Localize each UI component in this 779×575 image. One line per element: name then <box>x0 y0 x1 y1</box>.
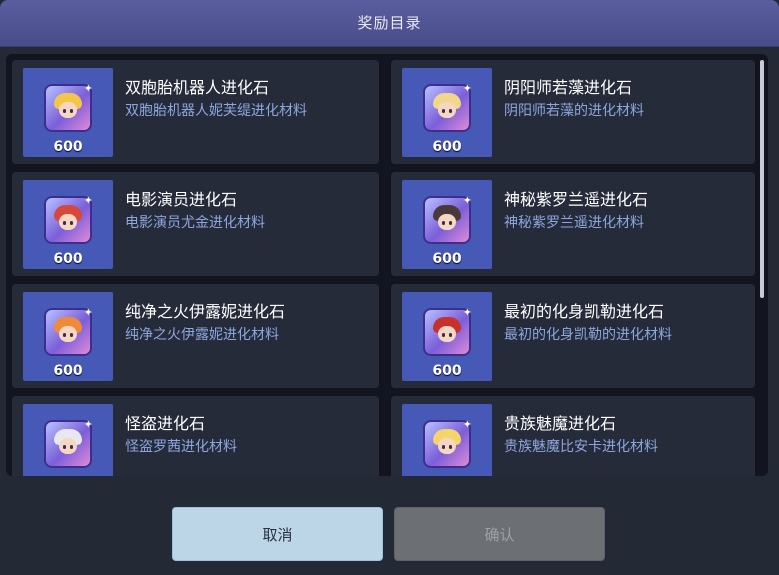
dialog-titlebar: 奖励目录 <box>0 0 779 47</box>
item-description: 阴阳师若藻的进化材料 <box>504 103 644 119</box>
item-description: 怪盗罗茜进化材料 <box>125 439 237 455</box>
evolution-stone-icon: ✦ <box>46 82 93 130</box>
evolution-stone-icon: ✦ <box>46 418 93 466</box>
evolution-stone-icon: ✦ <box>46 194 93 242</box>
item-name: 神秘紫罗兰遥进化石 <box>504 190 649 209</box>
sparkle-icon: ✦ <box>83 82 93 95</box>
reward-list[interactable]: ✦ 600 双胞胎机器人进化石 双胞胎机器人妮芙缇进化材料 ✦ 600 阴阳师若… <box>6 54 768 476</box>
dialog-footer <box>0 486 779 575</box>
item-count: 600 <box>53 363 83 379</box>
item-name: 阴阳师若藻进化石 <box>504 78 633 97</box>
evolution-stone-icon-box: ✦ 600 <box>402 68 492 157</box>
item-name: 怪盗进化石 <box>125 414 206 433</box>
item-description: 纯净之火伊露妮进化材料 <box>125 327 279 343</box>
item-name: 最初的化身凯勒进化石 <box>504 302 665 321</box>
item-description: 电影演员尤金进化材料 <box>125 215 265 231</box>
evolution-stone-icon: ✦ <box>425 306 472 354</box>
reward-catalog-dialog: 奖励目录 ✦ 600 双胞胎机器人进化石 双胞胎机器人妮芙缇进化材料 ✦ 600… <box>0 0 779 575</box>
item-count: 600 <box>432 251 462 267</box>
reward-item[interactable]: ✦ 600 阴阳师若藻进化石 阴阳师若藻的进化材料 <box>391 60 755 164</box>
item-count: 600 <box>53 139 83 155</box>
evolution-stone-icon: ✦ <box>46 306 93 354</box>
evolution-stone-icon-box: ✦ <box>402 404 492 476</box>
item-count: 600 <box>432 139 462 155</box>
sparkle-icon: ✦ <box>83 306 93 319</box>
reward-item[interactable]: ✦ 600 纯净之火伊露妮进化石 纯净之火伊露妮进化材料 <box>12 284 379 388</box>
evolution-stone-icon-box: ✦ 600 <box>23 180 113 269</box>
item-description: 最初的化身凯勒的进化材料 <box>504 327 672 343</box>
evolution-stone-icon-box: ✦ 600 <box>23 292 113 381</box>
sparkle-icon: ✦ <box>462 418 472 431</box>
item-count: 600 <box>53 251 83 267</box>
reward-item[interactable]: ✦ 600 双胞胎机器人进化石 双胞胎机器人妮芙缇进化材料 <box>12 60 379 164</box>
confirm-button[interactable]: 确认 <box>394 507 605 561</box>
evolution-stone-icon: ✦ <box>425 82 472 130</box>
item-name: 贵族魅魔进化石 <box>504 414 617 433</box>
scrollbar[interactable] <box>760 60 764 298</box>
item-description: 神秘紫罗兰遥进化材料 <box>504 215 644 231</box>
evolution-stone-icon-box: ✦ 600 <box>402 180 492 269</box>
item-name: 双胞胎机器人进化石 <box>125 78 270 97</box>
reward-item[interactable]: ✦ 600 电影演员进化石 电影演员尤金进化材料 <box>12 172 379 276</box>
item-description: 贵族魅魔比安卡进化材料 <box>504 439 658 455</box>
reward-item[interactable]: ✦ 贵族魅魔进化石 贵族魅魔比安卡进化材料 <box>391 396 755 476</box>
item-name: 纯净之火伊露妮进化石 <box>125 302 286 321</box>
evolution-stone-icon: ✦ <box>425 194 472 242</box>
evolution-stone-icon-box: ✦ <box>23 404 113 476</box>
evolution-stone-icon: ✦ <box>425 418 472 466</box>
reward-grid: ✦ 600 双胞胎机器人进化石 双胞胎机器人妮芙缇进化材料 ✦ 600 阴阳师若… <box>12 60 758 476</box>
sparkle-icon: ✦ <box>83 194 93 207</box>
sparkle-icon: ✦ <box>462 306 472 319</box>
item-description: 双胞胎机器人妮芙缇进化材料 <box>125 103 307 119</box>
dialog-title: 奖励目录 <box>357 14 422 32</box>
item-name: 电影演员进化石 <box>125 190 238 209</box>
reward-item[interactable]: ✦ 怪盗进化石 怪盗罗茜进化材料 <box>12 396 379 476</box>
reward-item[interactable]: ✦ 600 神秘紫罗兰遥进化石 神秘紫罗兰遥进化材料 <box>391 172 755 276</box>
cancel-button[interactable]: 取消 <box>172 507 383 561</box>
item-count: 600 <box>432 363 462 379</box>
sparkle-icon: ✦ <box>83 418 93 431</box>
sparkle-icon: ✦ <box>462 194 472 207</box>
evolution-stone-icon-box: ✦ 600 <box>23 68 113 157</box>
evolution-stone-icon-box: ✦ 600 <box>402 292 492 381</box>
reward-item[interactable]: ✦ 600 最初的化身凯勒进化石 最初的化身凯勒的进化材料 <box>391 284 755 388</box>
sparkle-icon: ✦ <box>462 82 472 95</box>
